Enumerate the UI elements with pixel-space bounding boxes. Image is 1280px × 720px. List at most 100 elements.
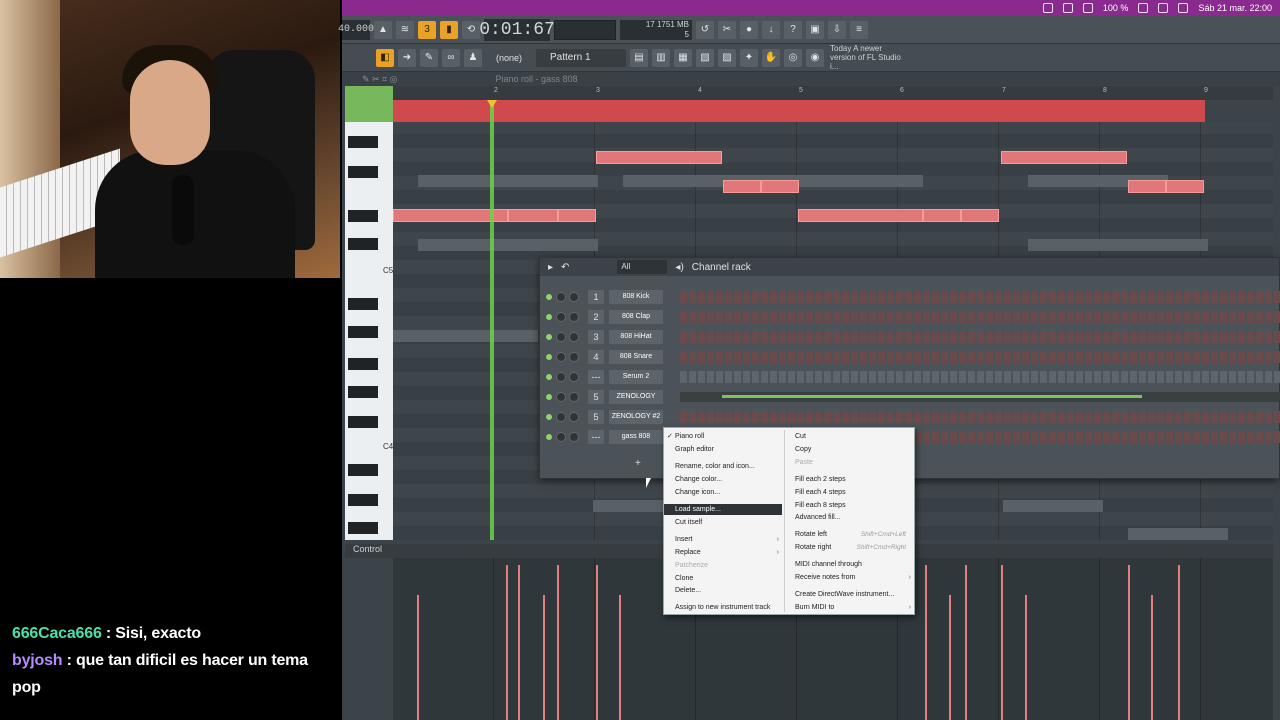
menu-item-rotate-right[interactable]: Rotate right Shift+Cmd+Right (786, 542, 914, 553)
volume-knob[interactable] (569, 432, 579, 442)
step-sequencer[interactable] (680, 291, 1280, 303)
menu-item-copy[interactable]: Copy (786, 444, 914, 455)
mixer-track-number[interactable]: --- (588, 370, 604, 384)
channel-context-menu[interactable]: ✓ Piano roll Graph editor Rename, color a… (663, 427, 915, 615)
volume-knob[interactable] (569, 312, 579, 322)
velocity-bar[interactable] (619, 595, 621, 720)
velocity-bar[interactable] (417, 595, 419, 720)
menu-item-rotate-left[interactable]: Rotate left Shift+Cmd+Left (786, 529, 914, 540)
mixer-track-number[interactable]: 3 (588, 330, 604, 344)
menu-item-piano-roll[interactable]: ✓ Piano roll (664, 431, 782, 442)
menu-item-cut[interactable]: Cut (786, 431, 914, 442)
menu-item-midi-through[interactable]: MIDI channel through (786, 559, 914, 570)
black-key[interactable] (348, 210, 378, 222)
step-sequencer[interactable] (680, 371, 1280, 383)
piano-roll-titlebar[interactable]: ✎ ✂ ⌗ ◎ Piano roll - gass 808 (342, 72, 1280, 86)
pan-knob[interactable] (556, 372, 566, 382)
pan-knob[interactable] (556, 352, 566, 362)
browser-icon[interactable]: ▨ (718, 48, 736, 67)
stamp-icon[interactable]: ♟ (464, 48, 482, 67)
velocity-bar[interactable] (518, 565, 520, 720)
pan-knob[interactable] (556, 312, 566, 322)
mixer-track-number[interactable]: 5 (588, 410, 604, 424)
pattern-preview[interactable] (680, 392, 1280, 402)
channel-filter-select[interactable]: All (617, 260, 668, 274)
news-ticker[interactable]: Today A newer version of FL Studio i... (830, 44, 904, 71)
tool-icons[interactable]: ✎ ✂ ⌗ ◎ (362, 74, 398, 85)
channel-name-button[interactable]: Serum 2 (609, 370, 663, 384)
menu-item-change-color[interactable]: Change color... (664, 474, 782, 485)
black-key[interactable] (348, 386, 378, 398)
channel-led[interactable] (546, 294, 552, 300)
note[interactable] (1128, 180, 1166, 193)
channel-led[interactable] (546, 374, 552, 380)
record-icon[interactable]: ◎ (784, 48, 802, 67)
note[interactable] (1166, 180, 1204, 193)
menu-item-advanced-fill[interactable]: Advanced fill... (786, 512, 914, 523)
channel-led[interactable] (546, 394, 552, 400)
velocity-bar[interactable] (965, 565, 967, 720)
channel-led[interactable] (546, 414, 552, 420)
mixer-track-number[interactable]: 5 (588, 390, 604, 404)
loop-record-icon[interactable]: ⟲ (462, 20, 480, 39)
note[interactable] (761, 180, 799, 193)
note[interactable] (1001, 151, 1127, 164)
menu-item-graph-editor[interactable]: Graph editor (664, 444, 782, 455)
channel-led[interactable] (546, 354, 552, 360)
menu-item-fill-4[interactable]: Fill each 4 steps (786, 487, 914, 498)
pan-knob[interactable] (556, 292, 566, 302)
black-key[interactable] (348, 358, 378, 370)
note[interactable] (923, 209, 961, 222)
piano-keys[interactable]: C5 C4 (345, 86, 393, 540)
mixer-track-number[interactable]: --- (588, 430, 604, 444)
menu-item-rename[interactable]: Rename, color and icon... (664, 461, 782, 472)
velocity-bar[interactable] (1151, 595, 1153, 720)
volume-knob[interactable] (569, 332, 579, 342)
pan-knob[interactable] (556, 392, 566, 402)
channel-name-button[interactable]: ZENOLOGY (609, 390, 663, 404)
velocity-bar[interactable] (925, 565, 927, 720)
battery-label[interactable]: 100 % (1103, 3, 1129, 13)
loop-region[interactable] (393, 100, 1205, 122)
step-sequencer[interactable] (680, 331, 1280, 343)
black-key[interactable] (348, 494, 378, 506)
channel-name-button[interactable]: ZENOLOGY #2 (609, 410, 663, 424)
volume-icon[interactable] (1082, 3, 1093, 13)
menu-item-cut-itself[interactable]: Cut itself (664, 517, 782, 528)
step-sequencer[interactable] (680, 351, 1280, 363)
tempo-display[interactable]: 40.000 (338, 19, 374, 40)
volume-knob[interactable] (569, 392, 579, 402)
download-icon[interactable]: ↓ (762, 20, 780, 39)
pan-knob[interactable] (556, 412, 566, 422)
mic-icon[interactable]: ● (740, 20, 758, 39)
add-channel-button[interactable]: + (635, 458, 641, 469)
menu-item-directwave[interactable]: Create DirectWave instrument... (786, 589, 914, 600)
channel-led[interactable] (546, 314, 552, 320)
snap-icon[interactable]: ◧ (376, 48, 394, 67)
velocity-bar[interactable] (1025, 595, 1027, 720)
channel-row[interactable]: 4 808 Snare (540, 350, 1280, 366)
touch-icon[interactable]: ✋ (762, 48, 780, 67)
channel-led[interactable] (546, 434, 552, 440)
menu-item-delete[interactable]: Delete... (664, 585, 782, 596)
pan-knob[interactable] (556, 432, 566, 442)
black-key[interactable] (348, 464, 378, 476)
note[interactable] (961, 209, 999, 222)
piano-roll-icon[interactable]: ▥ (652, 48, 670, 67)
time-display[interactable]: 0:01:67 (479, 18, 555, 41)
ua-icon[interactable] (1042, 3, 1053, 13)
volume-knob[interactable] (569, 372, 579, 382)
channel-name-button[interactable]: 808 Snare (609, 350, 663, 364)
metronome-icon[interactable]: ▲ (374, 20, 392, 39)
velocity-bar[interactable] (1001, 565, 1003, 720)
timeline-ruler[interactable] (393, 86, 1273, 100)
volume-knob[interactable] (569, 292, 579, 302)
note[interactable] (723, 180, 761, 193)
velocity-bar[interactable] (1128, 565, 1130, 720)
menu-item-clone[interactable]: Clone (664, 573, 782, 584)
undo-icon[interactable]: ↺ (696, 20, 714, 39)
step-sequencer[interactable] (680, 411, 1280, 423)
channel-row[interactable]: 5 ZENOLOGY #2 (540, 410, 1280, 426)
velocity-bar[interactable] (1178, 565, 1180, 720)
countdown-icon[interactable]: 3 (418, 20, 436, 39)
